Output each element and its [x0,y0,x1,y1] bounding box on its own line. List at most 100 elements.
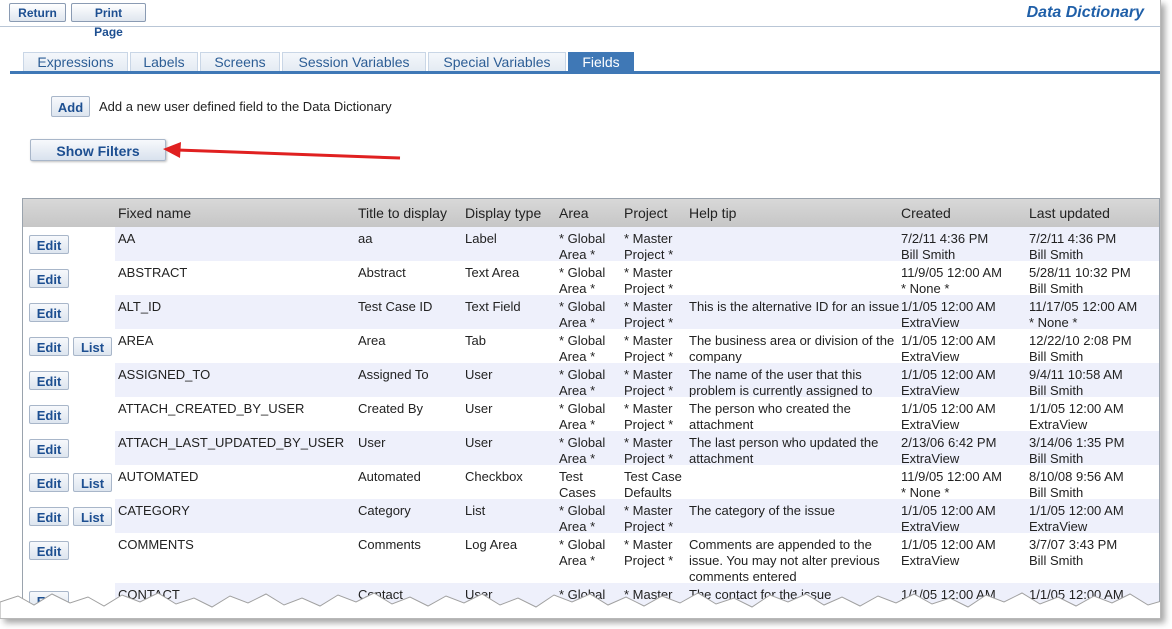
cell-created-line: 1/1/05 12:00 AM [901,401,996,416]
column-header-last-updated[interactable]: Last updated [1029,205,1110,221]
edit-button[interactable]: Edit [29,303,69,322]
column-header-display-type[interactable]: Display type [465,205,541,221]
cell-project: * Master Project * [624,401,673,433]
cell-help-tip-line: The name of the user that this [689,367,862,382]
table-row: Edit List AREA Area Tab * Global Area * * Maste… [23,329,1159,365]
return-button[interactable]: Return [9,3,66,22]
cell-project: * Master Project * [624,435,673,467]
cell-last-updated-line: 9/4/11 10:58 AM [1029,367,1123,382]
list-button[interactable]: List [73,473,112,492]
torn-edge [0,592,1160,618]
print-page-button[interactable]: Print Page [71,3,146,39]
edit-button[interactable]: Edit [29,371,69,390]
cell-project-line: Test Case [624,469,682,484]
edit-button[interactable]: Edit [29,269,69,288]
cell-area-line: * Global [559,401,606,416]
show-filters-button[interactable]: Show Filters [30,139,166,161]
cell-help-tip: This is the alternative ID for an issue [689,299,899,315]
cell-help-tip-line: The business area or division of the [689,333,895,348]
cell-help-tip: The category of the issue [689,503,835,519]
cell-created: 1/1/05 12:00 AM ExtraView [901,333,996,365]
cell-created-line: 1/1/05 12:00 AM [901,367,996,382]
column-header-area[interactable]: Area [559,205,589,221]
add-field-button[interactable]: Add [51,96,90,117]
top-toolbar: Return Print Page Data Dictionary [0,0,1160,39]
page-title: Data Dictionary [1026,4,1144,21]
tab-session-variables[interactable]: Session Variables [282,52,426,71]
edit-button[interactable]: Edit [29,541,69,560]
tab-expressions[interactable]: Expressions [23,52,128,71]
cell-help-tip: The business area or division of the comp… [689,333,894,365]
cell-last-updated-line: 1/1/05 12:00 AM [1029,503,1124,518]
cell-last-updated: 12/22/10 2:08 PM Bill Smith [1029,333,1132,365]
cell-display-type: User [465,367,493,382]
cell-display-type: Log Area [465,537,518,552]
cell-last-updated-line: 1/1/05 12:00 AM [1029,401,1124,416]
cell-title: Automated [358,469,421,484]
cell-created: 1/1/05 12:00 AM ExtraView [901,401,996,433]
cell-last-updated: 1/1/05 12:00 AM ExtraView [1029,401,1124,433]
cell-created: 1/1/05 12:00 AM ExtraView [901,503,996,535]
cell-fixed-name: ALT_ID [118,299,162,314]
column-header-title[interactable]: Title to display [358,205,447,221]
list-button[interactable]: List [73,337,112,356]
tab-bar: Expressions Labels Screens Session Varia… [10,52,1160,74]
edit-button[interactable]: Edit [29,473,69,492]
cell-area-line: Area * [559,553,596,568]
cell-title: Comments [358,537,421,552]
table-row: Edit COMMENTS Comments Log Area * Global Area… [23,533,1159,585]
cell-title: Assigned To [358,367,429,382]
cell-project-line: * Master [624,401,673,416]
tab-special-variables[interactable]: Special Variables [428,52,566,71]
cell-area: * Global Area * [559,503,605,535]
cell-created-line: 1/1/05 12:00 AM [901,299,996,314]
edit-button[interactable]: Edit [29,405,69,424]
column-header-created[interactable]: Created [901,205,951,221]
cell-help-tip: The last person who updated the attachmen… [689,435,878,467]
column-header-project[interactable]: Project [624,205,668,221]
cell-last-updated: 7/2/11 4:36 PM Bill Smith [1029,231,1116,263]
tab-screens[interactable]: Screens [200,52,280,71]
cell-fixed-name: AA [118,231,136,246]
cell-area-line: * Global [559,333,606,348]
cell-help-tip: Comments are appended to the issue. You m… [689,537,880,585]
table-header: Fixed name Title to display Display type… [23,199,1159,227]
tab-fields[interactable]: Fields [568,52,634,71]
cell-title: Created By [358,401,424,416]
edit-button[interactable]: Edit [29,507,69,526]
cell-area: Test Cases [559,469,596,501]
cell-area: * Global Area * [559,537,605,569]
cell-project: * Master Project * [624,299,673,331]
cell-created-line: 2/13/06 6:42 PM [901,435,997,450]
cell-display-type: Label [465,231,497,246]
cell-project-line: * Master [624,231,673,246]
cell-created-line: 11/9/05 12:00 AM [901,469,1002,484]
edit-button[interactable]: Edit [29,337,69,356]
cell-project-line: * Master [624,333,673,348]
cell-last-updated: 8/10/08 9:56 AM Bill Smith [1029,469,1124,501]
cell-area-line: * Global [559,367,606,382]
cell-help-tip-line: The last person who updated the [689,435,879,450]
cell-display-type: User [465,435,493,450]
cell-project-line: * Master [624,537,673,552]
list-button[interactable]: List [73,507,112,526]
table-row: Edit ASSIGNED_TO Assigned To User * Global Ar… [23,363,1159,399]
fields-table: Fixed name Title to display Display type… [22,198,1160,618]
cell-area-line: * Global [559,537,606,552]
cell-help-tip-line: Comments are appended to the [689,537,872,552]
column-header-help-tip[interactable]: Help tip [689,205,736,221]
cell-created: 7/2/11 4:36 PM Bill Smith [901,231,988,263]
tab-labels[interactable]: Labels [130,52,198,71]
cell-project-line: * Master [624,503,673,518]
cell-help-tip-line: issue. You may not alter previous [689,553,880,568]
edit-button[interactable]: Edit [29,439,69,458]
cell-last-updated-line: 8/10/08 9:56 AM [1029,469,1124,484]
cell-help-tip-line: The category of the issue [689,503,835,518]
column-header-fixed-name[interactable]: Fixed name [118,205,191,221]
edit-button[interactable]: Edit [29,235,69,254]
cell-fixed-name: CATEGORY [118,503,190,518]
cell-title: Area [358,333,386,348]
cell-created: 1/1/05 12:00 AM ExtraView [901,367,996,399]
cell-help-tip: The person who created the attachment [689,401,851,433]
cell-help-tip: The name of the user that this problem is… [689,367,873,399]
